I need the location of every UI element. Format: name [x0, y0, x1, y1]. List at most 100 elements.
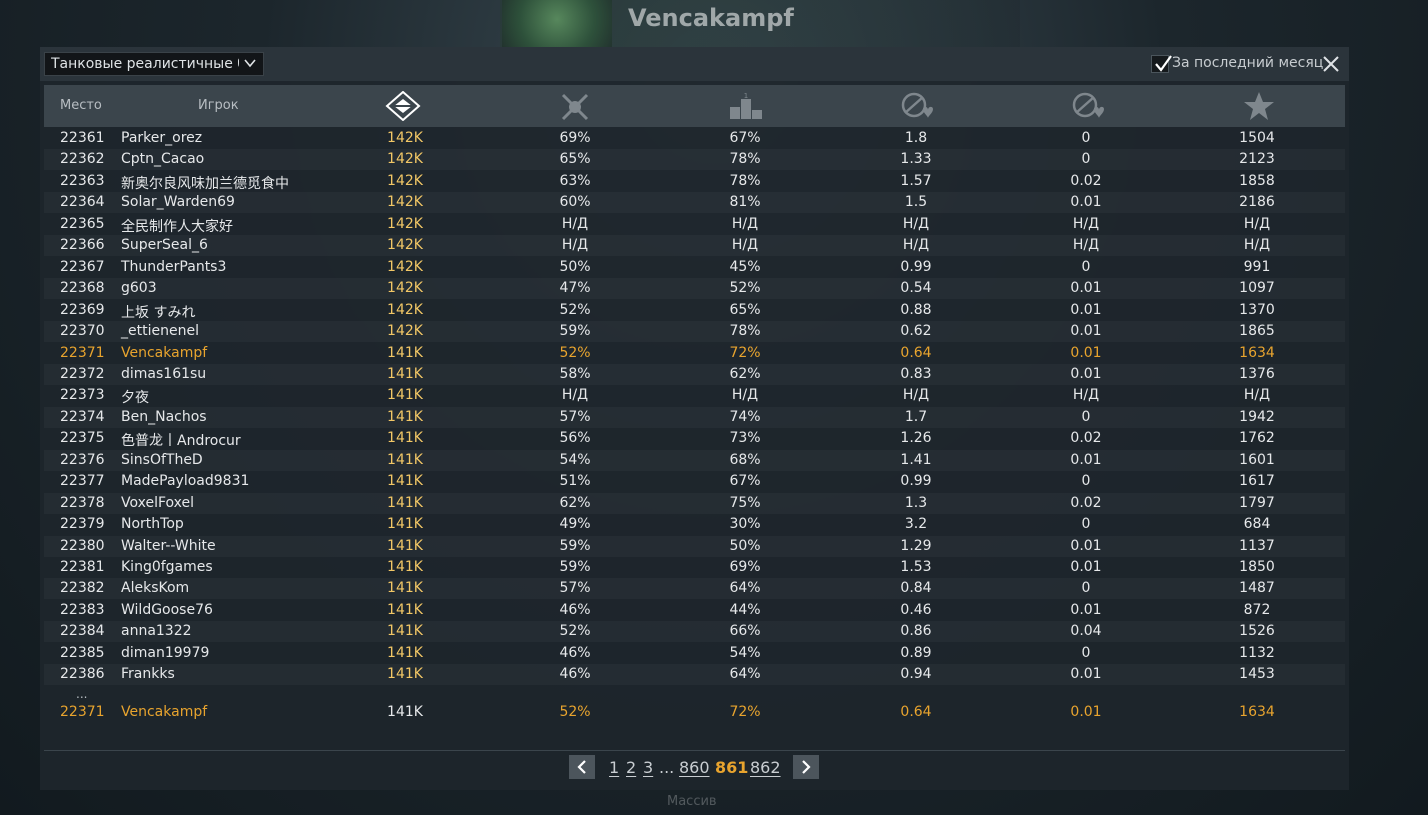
own-player-row[interactable]: 22371 Vencakampf 141K 52% 72% 0.64 0.01 …: [44, 702, 1345, 723]
cell-rating: 1617: [1239, 473, 1275, 490]
table-row[interactable]: 22362 Cptn_Cacao 142K 65% 78% 1.33 0 2123: [44, 149, 1345, 170]
cell-player: Parker_orez: [121, 130, 203, 146]
kills-per-death-icon[interactable]: [899, 91, 935, 121]
table-row[interactable]: 22361 Parker_orez 142K 69% 67% 1.8 0 1504: [44, 128, 1345, 149]
cell-win-rate: 59%: [559, 537, 591, 554]
cell-player: _ettienenel: [121, 323, 199, 340]
cell-rating: 1858: [1239, 172, 1275, 189]
column-place[interactable]: Место: [60, 85, 102, 127]
cell-place: 22377: [60, 473, 105, 490]
table-row[interactable]: 22385 diman19979 141K 46% 54% 0.89 0 1132: [44, 643, 1345, 664]
star-icon[interactable]: [1241, 91, 1277, 121]
game-mode-label: Танковые реалистичные бои: [51, 56, 239, 72]
cell-podium-rate: 30%: [729, 516, 761, 533]
podium-icon[interactable]: 1: [728, 91, 764, 121]
cell-kills-per-spawn: 0.01: [1070, 323, 1102, 340]
cell-player: SinsOfTheD: [121, 451, 203, 468]
table-row[interactable]: 22378 VoxelFoxel 141K 62% 75% 1.3 0.02 1797: [44, 493, 1345, 514]
cell-kills-per-spawn: 0: [1081, 151, 1091, 168]
table-row[interactable]: 22373 夕夜 141K Н/Д Н/Д Н/Д Н/Д Н/Д: [44, 385, 1345, 406]
cell-score: 142K: [387, 323, 423, 340]
cell-score: 142K: [387, 151, 423, 168]
cell-kills-per-spawn: 0.01: [1070, 280, 1102, 297]
cell-score: 142K: [387, 280, 423, 297]
checkmark-icon: [1155, 55, 1172, 72]
cell-rating: Н/Д: [1243, 237, 1271, 254]
cell-player: Frankks: [121, 666, 175, 683]
cell-place: 22369: [60, 301, 105, 318]
cell-score: 141K: [387, 451, 423, 468]
cell-rating: 1865: [1239, 323, 1275, 340]
battles-won-icon[interactable]: [557, 91, 593, 121]
page-link-2[interactable]: 2: [626, 758, 636, 777]
table-row[interactable]: 22382 AleksKom 141K 57% 64% 0.84 0 1487: [44, 578, 1345, 599]
cell-kills-per-spawn: 0.01: [1070, 559, 1102, 575]
table-row[interactable]: 22379 NorthTop 141K 49% 30% 3.2 0 684: [44, 514, 1345, 535]
table-row[interactable]: 22380 Walter--White 141K 59% 50% 1.29 0.01 1137: [44, 536, 1345, 557]
table-row[interactable]: 22377 MadePayload9831 141K 51% 67% 0.99 0 1617: [44, 471, 1345, 492]
kills-per-spawn-icon[interactable]: [1070, 91, 1106, 121]
cell-rating: 1850: [1239, 559, 1275, 575]
cell-player: NorthTop: [121, 516, 184, 533]
cell-win-rate: 46%: [559, 601, 591, 618]
next-page-button[interactable]: [793, 755, 819, 779]
cell-kills-per-spawn: 0.04: [1070, 623, 1102, 640]
cell-podium-rate: 64%: [729, 666, 761, 683]
cell-win-rate: 51%: [559, 473, 591, 490]
table-row[interactable]: 22371 Vencakampf 141K 52% 72% 0.64 0.01 1634: [44, 343, 1345, 364]
cell-podium-rate: 44%: [729, 601, 761, 618]
table-row[interactable]: 22367 ThunderPants3 142K 50% 45% 0.99 0 991: [44, 257, 1345, 278]
cell-win-rate: 52%: [559, 301, 591, 318]
table-row[interactable]: 22372 dimas161su 141K 58% 62% 0.83 0.01 1376: [44, 364, 1345, 385]
table-row[interactable]: 22374 Ben_Nachos 141K 57% 74% 1.7 0 1942: [44, 407, 1345, 428]
table-row[interactable]: 22383 WildGoose76 141K 46% 44% 0.46 0.01 872: [44, 600, 1345, 621]
cell-score: 141K: [387, 623, 423, 640]
table-row[interactable]: 22376 SinsOfTheD 141K 54% 68% 1.41 0.01 1601: [44, 450, 1345, 471]
column-player[interactable]: Игрок: [198, 85, 239, 127]
prev-page-button[interactable]: [569, 755, 595, 779]
table-row[interactable]: 22364 Solar_Warden69 142K 60% 81% 1.5 0.01 2186: [44, 192, 1345, 213]
cell-rating: 1634: [1239, 344, 1275, 361]
table-row[interactable]: 22368 g603 142K 47% 52% 0.54 0.01 1097: [44, 278, 1345, 299]
last-month-label[interactable]: За последний месяц: [1172, 55, 1323, 71]
page-link-862[interactable]: 862: [750, 758, 781, 777]
player-avatar: [502, 0, 612, 48]
table-row[interactable]: 22370 _ettienenel 142K 59% 78% 0.62 0.01 1865: [44, 321, 1345, 342]
table-row[interactable]: 22384 anna1322 141K 52% 66% 0.86 0.04 1526: [44, 621, 1345, 642]
table-row[interactable]: 22365 全民制作人大家好 142K Н/Д Н/Д Н/Д Н/Д Н/Д: [44, 214, 1345, 235]
close-button[interactable]: [1322, 55, 1340, 73]
cell-rating: 1762: [1239, 430, 1275, 447]
table-header: Место Игрок 1: [44, 85, 1345, 127]
rank-score-icon[interactable]: [385, 90, 421, 122]
page-link-3[interactable]: 3: [643, 758, 653, 777]
footer-divider: [44, 750, 1345, 751]
page-link-1[interactable]: 1: [609, 758, 619, 777]
cell-kills-per-spawn: 0.01: [1070, 301, 1102, 318]
profile-player-name: Vencakampf: [628, 4, 794, 32]
cell-win-rate: Н/Д: [561, 215, 589, 232]
cell-rating: 1634: [1239, 704, 1275, 720]
table-row[interactable]: 22375 色普龙丨Androcur 141K 56% 73% 1.26 0.02 1762: [44, 428, 1345, 449]
cell-win-rate: 62%: [559, 494, 591, 511]
page-ellipsis: ...: [659, 758, 675, 777]
leaderboard-toolbar: Танковые реалистичные бои За последний м…: [40, 47, 1349, 81]
table-row[interactable]: 22366 SuperSeal_6 142K Н/Д Н/Д Н/Д Н/Д Н/Д: [44, 235, 1345, 256]
cell-place: 22372: [60, 365, 105, 382]
table-row[interactable]: 22369 上坂 すみれ 142K 52% 65% 0.88 0.01 1370: [44, 300, 1345, 321]
cell-win-rate: 49%: [559, 516, 591, 533]
cell-kills-per-spawn: 0.01: [1070, 451, 1102, 468]
last-month-checkbox[interactable]: [1151, 55, 1172, 73]
cell-podium-rate: 69%: [729, 559, 761, 575]
table-row[interactable]: 22381 King0fgames 141K 59% 69% 1.53 0.01 1850: [44, 557, 1345, 578]
cell-kills-per-death: 0.83: [900, 365, 932, 382]
table-row[interactable]: 22363 新奥尔良风味加兰德觅食中 142K 63% 78% 1.57 0.02 1858: [44, 171, 1345, 192]
page-link-860[interactable]: 860: [679, 758, 710, 777]
cell-place: 22376: [60, 451, 105, 468]
cell-kills-per-death: 1.53: [900, 559, 932, 575]
chevron-left-icon: [577, 760, 586, 774]
cell-podium-rate: 45%: [729, 258, 761, 275]
cell-place: 22373: [60, 387, 105, 404]
game-mode-dropdown[interactable]: Танковые реалистичные бои: [44, 52, 264, 76]
table-row[interactable]: 22386 Frankks 141K 46% 64% 0.94 0.01 1453: [44, 664, 1345, 685]
background-label: Массив: [667, 794, 717, 809]
